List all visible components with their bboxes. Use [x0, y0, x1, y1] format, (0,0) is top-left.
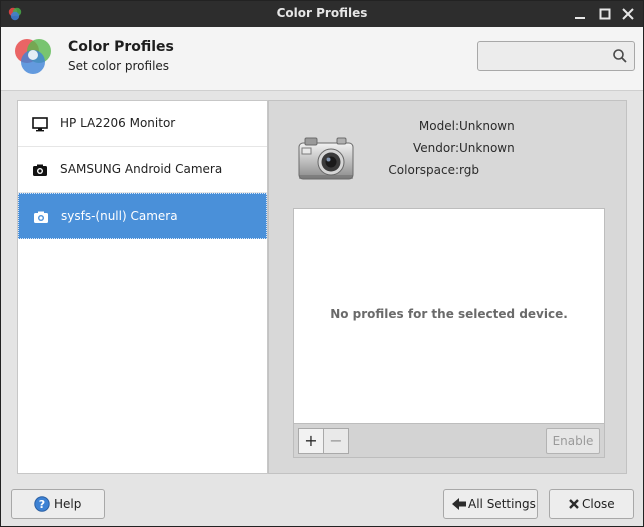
minimize-icon[interactable]: [571, 5, 589, 23]
device-label: SAMSUNG Android Camera: [60, 162, 223, 176]
color-wheel-logo-icon: [15, 39, 51, 74]
add-profile-button[interactable]: +: [298, 428, 324, 454]
close-button[interactable]: Close: [549, 489, 634, 519]
profiles-toolbar: + − Enable: [294, 423, 604, 457]
camera-icon: [34, 211, 48, 223]
search-icon[interactable]: [612, 48, 628, 64]
header: Color Profiles Set color profiles: [1, 27, 643, 91]
help-label: Help: [54, 497, 82, 511]
window-title: Color Profiles: [276, 6, 368, 20]
search-box[interactable]: [477, 41, 635, 71]
vendor-label: Vendor:: [413, 141, 459, 155]
page-title: Color Profiles: [68, 39, 174, 55]
title-bar: Color Profiles: [1, 1, 643, 27]
empty-profiles-message: No profiles for the selected device.: [330, 307, 568, 321]
colorspace-label: Colorspace:: [388, 163, 459, 177]
svg-text:?: ?: [39, 498, 45, 511]
device-item-sysfs-camera[interactable]: sysfs-(null) Camera: [18, 193, 267, 239]
device-item-hp-monitor[interactable]: HP LA2206 Monitor: [18, 101, 267, 147]
device-item-samsung-camera[interactable]: SAMSUNG Android Camera: [18, 147, 267, 193]
footer: ? Help All Settings Close: [1, 483, 643, 526]
device-label: sysfs-(null) Camera: [61, 209, 178, 223]
device-list: HP LA2206 Monitor SAMSUNG Android Camera: [17, 100, 268, 474]
remove-profile-button[interactable]: −: [323, 428, 349, 454]
colorspace-value: rgb: [459, 163, 479, 177]
search-input[interactable]: [482, 46, 610, 66]
help-icon: ?: [34, 496, 50, 512]
model-value: Unknown: [459, 119, 515, 133]
enable-profile-button[interactable]: Enable: [546, 428, 600, 454]
maximize-icon[interactable]: [596, 5, 614, 23]
content-area: HP LA2206 Monitor SAMSUNG Android Camera: [1, 91, 643, 483]
all-settings-label: All Settings: [468, 497, 536, 511]
vendor-value: Unknown: [459, 141, 515, 155]
page-subtitle: Set color profiles: [68, 59, 170, 73]
arrow-left-icon: [452, 498, 466, 510]
model-label: Model:: [418, 119, 459, 133]
help-button[interactable]: ? Help: [11, 489, 105, 519]
close-label: Close: [582, 497, 615, 511]
monitor-icon: [32, 117, 48, 132]
close-icon: [569, 499, 579, 509]
camera-device-icon: [298, 137, 354, 180]
device-label: HP LA2206 Monitor: [60, 116, 176, 130]
color-profiles-window: Color Profiles Color Profiles Set color …: [0, 0, 644, 527]
close-window-icon[interactable]: [619, 5, 637, 23]
all-settings-button[interactable]: All Settings: [443, 489, 538, 519]
device-details-panel: Model: Unknown Vendor: Unknown Colorspac…: [268, 100, 627, 474]
profiles-list: No profiles for the selected device. + −…: [293, 208, 605, 458]
camera-icon: [33, 164, 47, 176]
